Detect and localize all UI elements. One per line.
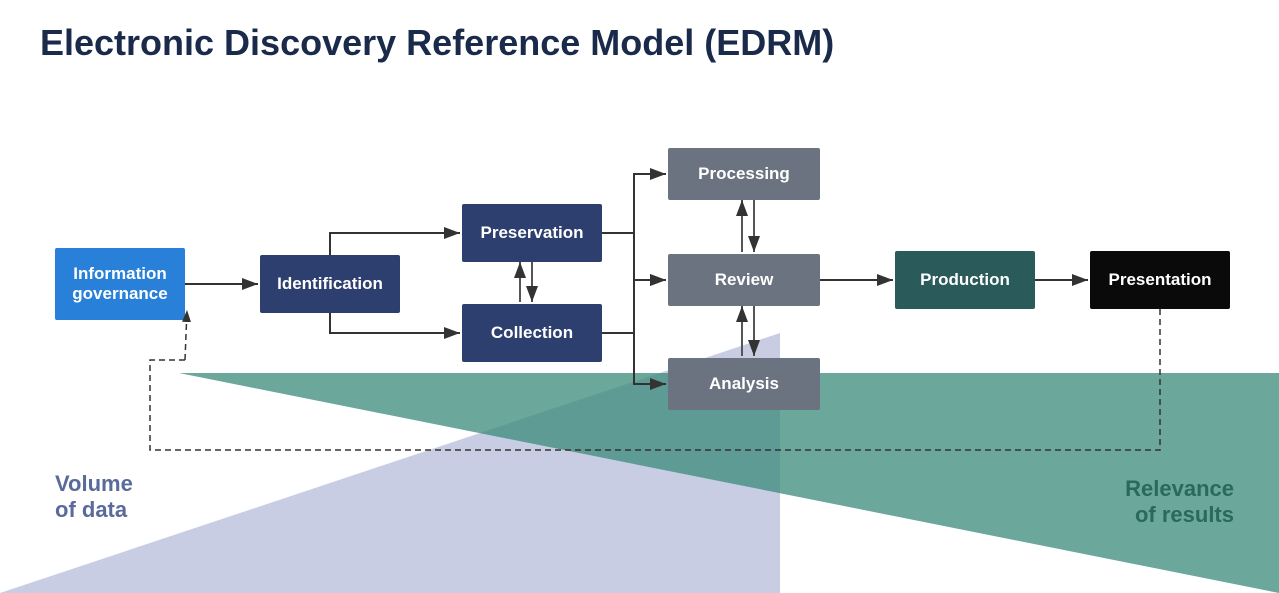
box-analysis: Analysis [668,358,820,410]
page-container: Electronic Discovery Reference Model (ED… [0,0,1279,593]
relevance-label: Relevanceof results [1125,476,1234,528]
arrow-coll-to-review [602,280,666,333]
arrow-id-to-collection [330,313,460,333]
arrow-id-to-preservation [330,233,460,255]
box-production: Production [895,251,1035,309]
box-presentation: Presentation [1090,251,1230,309]
box-preservation: Preservation [462,204,602,262]
box-processing: Processing [668,148,820,200]
box-info-governance: Information governance [55,248,185,320]
box-collection: Collection [462,304,602,362]
box-review: Review [668,254,820,306]
box-identification: Identification [260,255,400,313]
arrow-pres-to-proc [602,174,666,233]
volume-label: Volumeof data [55,471,133,523]
page-title: Electronic Discovery Reference Model (ED… [40,22,834,64]
arrow-pres-to-review [602,233,666,280]
